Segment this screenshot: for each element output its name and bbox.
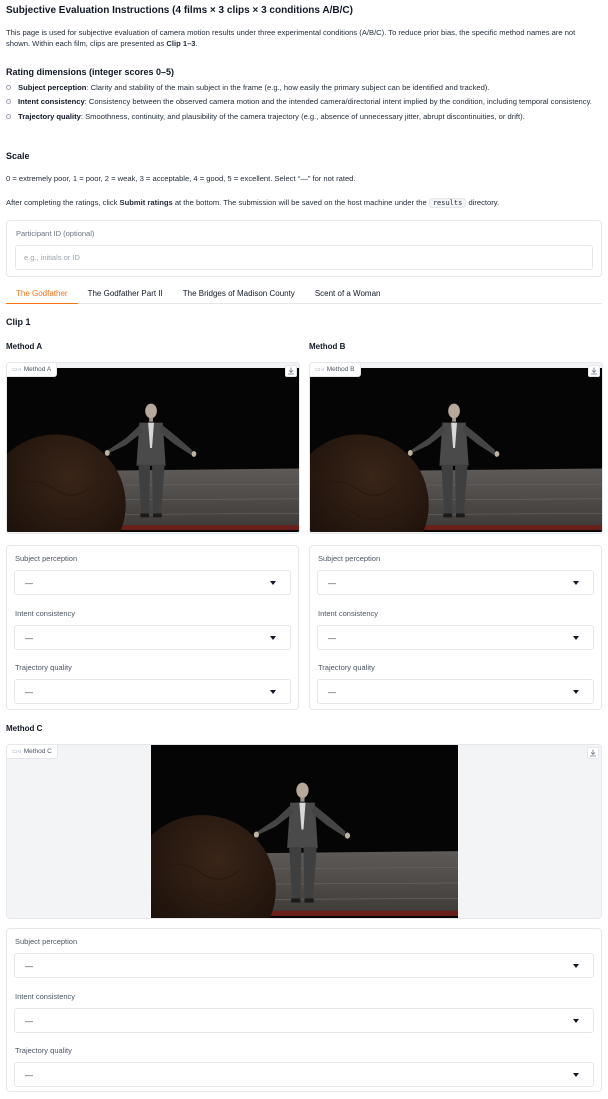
- download-icon[interactable]: [587, 747, 599, 759]
- trajectory-quality-select[interactable]: —: [14, 1062, 594, 1087]
- chevron-down-icon: [270, 581, 276, 585]
- submit-note-text: After completing the ratings, click: [6, 198, 120, 207]
- subject-perception-label: Subject perception: [15, 554, 78, 563]
- intent-consistency-select[interactable]: —: [14, 1008, 594, 1033]
- subject-perception-select[interactable]: —: [14, 570, 291, 595]
- select-value: —: [25, 634, 33, 643]
- dimension-item-trajectory-quality: Trajectory quality: Smoothness, continui…: [6, 111, 598, 122]
- participant-id-panel: Participant ID (optional): [6, 220, 602, 277]
- scale-heading: Scale: [6, 151, 30, 161]
- video-tag: ▭◃ Method A: [7, 363, 58, 377]
- intro-text: This page is used for subjective evaluat…: [6, 28, 576, 48]
- trajectory-quality-label: Trajectory quality: [318, 663, 375, 672]
- camera-icon: ▭◃: [12, 748, 21, 755]
- chevron-down-icon: [270, 690, 276, 694]
- subject-perception-select[interactable]: —: [317, 570, 594, 595]
- select-value: —: [328, 579, 336, 588]
- submit-note-button-name: Submit ratings: [119, 198, 173, 207]
- subject-perception-label: Subject perception: [15, 937, 78, 946]
- tab-bridges-of-madison-county[interactable]: The Bridges of Madison County: [173, 286, 305, 304]
- video-tag: ▭◃ Method B: [310, 363, 361, 377]
- dimension-desc: : Consistency between the observed camer…: [84, 97, 592, 107]
- dimension-name: Subject perception: [18, 83, 87, 92]
- method-c-rating-panel: Subject perception — Intent consistency …: [6, 928, 602, 1092]
- chevron-down-icon: [573, 964, 579, 968]
- dimension-item-subject-perception: Subject perception: Clarity and stabilit…: [6, 82, 598, 93]
- trajectory-quality-label: Trajectory quality: [15, 1046, 72, 1055]
- trajectory-quality-label: Trajectory quality: [15, 663, 72, 672]
- rating-dimensions-heading: Rating dimensions (integer scores 0–5): [6, 67, 175, 77]
- select-value: —: [25, 688, 33, 697]
- results-dir-code: results: [428, 198, 467, 208]
- method-b-rating-panel: Subject perception — Intent consistency …: [309, 545, 602, 710]
- scale-description: 0 = extremely poor, 1 = poor, 2 = weak, …: [6, 174, 356, 183]
- evaluation-page: Subjective Evaluation Instructions (4 fi…: [0, 0, 608, 1099]
- camera-icon: ▭◃: [12, 366, 21, 373]
- chevron-down-icon: [573, 636, 579, 640]
- intent-consistency-select[interactable]: —: [14, 625, 291, 650]
- chevron-down-icon: [573, 581, 579, 585]
- method-b-video[interactable]: ▭◃ Method B: [309, 362, 603, 534]
- download-icon[interactable]: [588, 365, 600, 377]
- dimension-item-intent-consistency: Intent consistency: Consistency between …: [6, 96, 598, 107]
- select-value: —: [25, 1071, 33, 1080]
- method-a-video[interactable]: ▭◃ Method A: [6, 362, 300, 534]
- method-a-rating-panel: Subject perception — Intent consistency …: [6, 545, 299, 710]
- intent-consistency-label: Intent consistency: [15, 609, 76, 618]
- tab-the-godfather[interactable]: The Godfather: [6, 286, 78, 304]
- chevron-down-icon: [573, 690, 579, 694]
- subject-perception-select[interactable]: —: [14, 953, 594, 978]
- trajectory-quality-select[interactable]: —: [14, 679, 291, 704]
- video-tag-label: Method B: [326, 365, 355, 373]
- select-value: —: [328, 634, 336, 643]
- dimension-name: Trajectory quality: [18, 111, 81, 121]
- submit-note-text: at the bottom. The submission will be sa…: [172, 198, 429, 207]
- subject-perception-label: Subject perception: [318, 554, 381, 563]
- method-a-label: Method A: [6, 342, 43, 351]
- intent-consistency-label: Intent consistency: [15, 992, 76, 1001]
- intent-consistency-select[interactable]: —: [317, 625, 594, 650]
- video-tag: ▭◃ Method C: [7, 745, 58, 759]
- submit-note: After completing the ratings, click Subm…: [6, 197, 499, 208]
- intent-consistency-label: Intent consistency: [318, 609, 379, 618]
- chevron-down-icon: [573, 1073, 579, 1077]
- intro-end: .: [195, 39, 198, 48]
- video-tag-label: Method C: [23, 747, 52, 755]
- participant-id-label: Participant ID (optional): [16, 229, 95, 238]
- clip-title: Clip 1: [6, 317, 31, 327]
- method-b-label: Method B: [309, 342, 346, 351]
- intro-paragraph: This page is used for subjective evaluat…: [6, 27, 596, 49]
- video-frame: [310, 368, 602, 532]
- participant-id-input[interactable]: [15, 245, 593, 270]
- page-title: Subjective Evaluation Instructions (4 fi…: [6, 5, 353, 16]
- video-frame: [7, 368, 299, 532]
- download-icon[interactable]: [285, 365, 297, 377]
- dimension-name: Intent consistency: [18, 97, 85, 107]
- camera-icon: ▭◃: [315, 366, 324, 373]
- video-tag-label: Method A: [23, 365, 52, 373]
- submit-note-text: directory.: [466, 198, 500, 207]
- select-value: —: [25, 1017, 33, 1026]
- chevron-down-icon: [270, 636, 276, 640]
- dimension-desc: : Smoothness, continuity, and plausibili…: [80, 111, 525, 121]
- intro-clip-range: Clip 1–3: [166, 39, 196, 48]
- select-value: —: [328, 688, 336, 697]
- method-c-video[interactable]: ▭◃ Method C: [6, 744, 602, 919]
- select-value: —: [25, 579, 33, 588]
- method-c-label: Method C: [6, 724, 43, 733]
- chevron-down-icon: [573, 1019, 579, 1023]
- tab-the-godfather-part-ii[interactable]: The Godfather Part II: [78, 286, 173, 304]
- tab-scent-of-a-woman[interactable]: Scent of a Woman: [305, 286, 391, 304]
- film-tabs: The Godfather The Godfather Part II The …: [6, 286, 602, 304]
- dimension-desc: : Clarity and stability of the main subj…: [86, 83, 490, 92]
- select-value: —: [25, 962, 33, 971]
- rating-dimensions-list: Subject perception: Clarity and stabilit…: [6, 82, 598, 125]
- video-frame: [151, 745, 458, 918]
- trajectory-quality-select[interactable]: —: [317, 679, 594, 704]
